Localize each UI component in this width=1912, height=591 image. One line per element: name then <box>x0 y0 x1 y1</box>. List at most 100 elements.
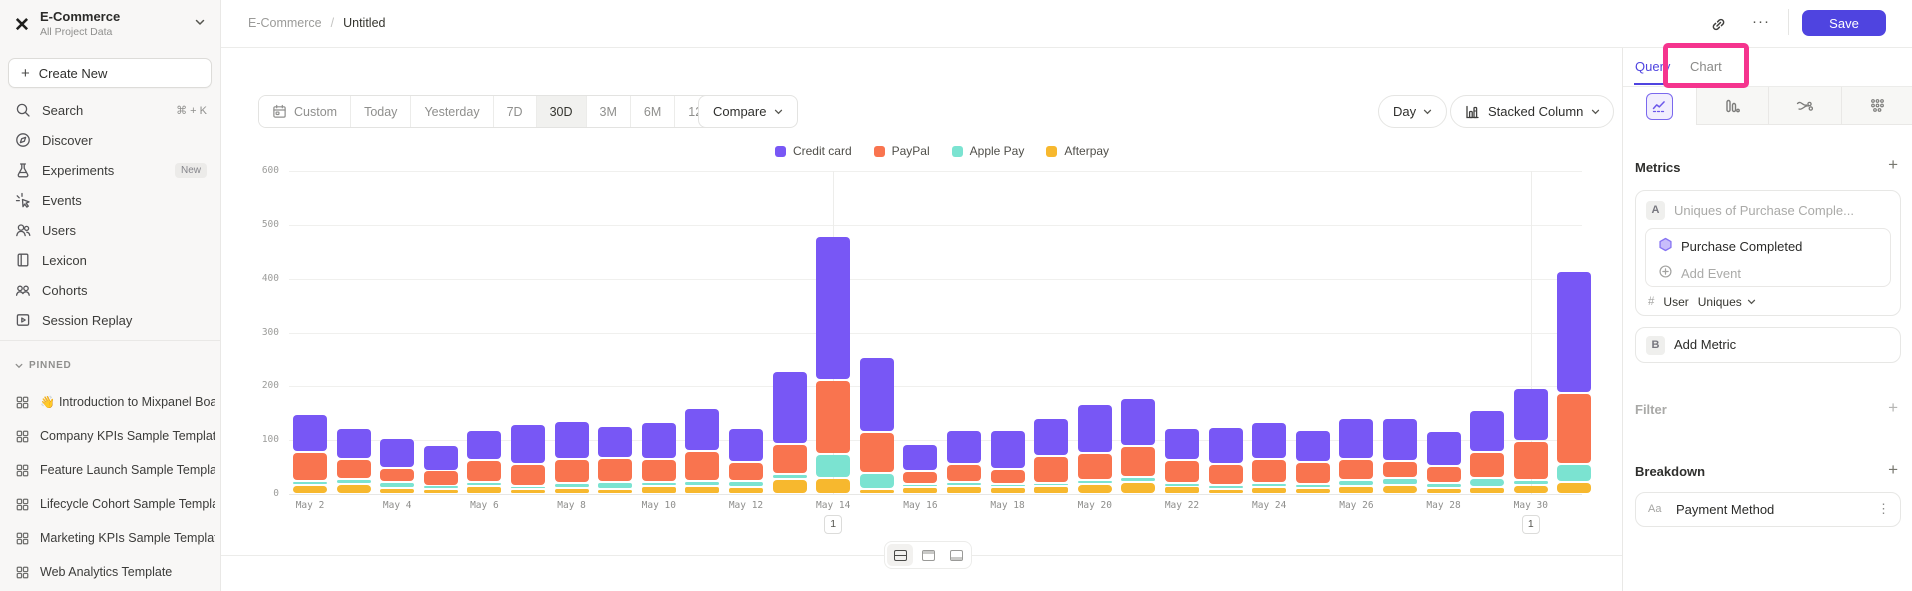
bar-segment-credit-card[interactable] <box>1034 419 1068 455</box>
copy-link-button[interactable] <box>1705 11 1731 37</box>
bar-segment-credit-card[interactable] <box>685 409 719 450</box>
add-metric-card[interactable]: B Add Metric <box>1635 327 1901 363</box>
bar-segment-afterpay[interactable] <box>903 488 937 493</box>
bar-segment-credit-card[interactable] <box>1296 431 1330 461</box>
bar-segment-afterpay[interactable] <box>1121 483 1155 493</box>
bar-segment-credit-card[interactable] <box>1078 405 1112 452</box>
bar-segment-apple-pay[interactable] <box>903 485 937 487</box>
bar-segment-afterpay[interactable] <box>1034 487 1068 493</box>
add-metric-button[interactable]: Add Metric <box>1674 337 1736 352</box>
bar-segment-apple-pay[interactable] <box>1514 481 1548 484</box>
bar-segment-paypal[interactable] <box>685 452 719 481</box>
bar-segment-afterpay[interactable] <box>642 487 676 493</box>
bar-segment-apple-pay[interactable] <box>1427 484 1461 487</box>
bar-segment-afterpay[interactable] <box>1557 483 1591 493</box>
bar-segment-paypal[interactable] <box>380 469 414 481</box>
bar-segment-afterpay[interactable] <box>1165 487 1199 493</box>
bar-segment-credit-card[interactable] <box>1339 419 1373 458</box>
chart-type-dropdown[interactable]: Stacked Column <box>1450 95 1614 128</box>
metric-name-placeholder[interactable]: Uniques of Purchase Comple... <box>1674 203 1854 218</box>
bar-segment-credit-card[interactable] <box>1209 428 1243 464</box>
bar-segment-apple-pay[interactable] <box>773 475 807 478</box>
bar-segment-paypal[interactable] <box>903 472 937 483</box>
bar-segment-paypal[interactable] <box>991 470 1025 483</box>
bar-segment-afterpay[interactable] <box>773 480 807 493</box>
range-button-6m[interactable]: 6M <box>631 96 675 127</box>
bar-segment-apple-pay[interactable] <box>947 483 981 485</box>
tab-query[interactable]: Query <box>1635 59 1670 74</box>
bar-segment-afterpay[interactable] <box>1470 488 1504 493</box>
bar-segment-afterpay[interactable] <box>816 479 850 494</box>
layout-split-view-button[interactable] <box>887 544 913 566</box>
sidebar-item-experiments[interactable]: ExperimentsNew <box>0 155 221 185</box>
viz-tab-insights[interactable] <box>1623 87 1696 125</box>
bar-segment-credit-card[interactable] <box>424 446 458 469</box>
bar-segment-afterpay[interactable] <box>991 488 1025 493</box>
bar-segment-paypal[interactable] <box>555 460 589 483</box>
bar-segment-paypal[interactable] <box>337 460 371 478</box>
bar-segment-paypal[interactable] <box>1252 460 1286 483</box>
bar-segment-credit-card[interactable] <box>598 427 632 457</box>
legend-item-credit-card[interactable]: Credit card <box>775 144 852 158</box>
bar-segment-paypal[interactable] <box>773 445 807 474</box>
bar-segment-credit-card[interactable] <box>467 431 501 460</box>
bar-segment-apple-pay[interactable] <box>1252 484 1286 486</box>
bar-segment-paypal[interactable] <box>1557 394 1591 463</box>
pinned-board-item[interactable]: Feature Launch Sample Template <box>0 453 221 487</box>
event-name[interactable]: Purchase Completed <box>1681 239 1802 254</box>
bar-segment-paypal[interactable] <box>1296 463 1330 483</box>
bar-segment-afterpay[interactable] <box>511 490 545 493</box>
range-button-yesterday[interactable]: Yesterday <box>411 96 493 127</box>
bar-segment-apple-pay[interactable] <box>1383 479 1417 484</box>
bar-segment-afterpay[interactable] <box>1078 485 1112 494</box>
range-button-today[interactable]: Today <box>351 96 411 127</box>
bar-segment-afterpay[interactable] <box>424 490 458 493</box>
bar-segment-paypal[interactable] <box>1383 462 1417 477</box>
bar-segment-paypal[interactable] <box>598 459 632 482</box>
tab-chart[interactable]: Chart <box>1690 59 1722 74</box>
bar-segment-apple-pay[interactable] <box>424 486 458 488</box>
bar-segment-afterpay[interactable] <box>729 488 763 493</box>
range-button-custom[interactable]: Custom <box>259 96 351 127</box>
bar-segment-apple-pay[interactable] <box>293 482 327 484</box>
bar-segment-credit-card[interactable] <box>293 415 327 451</box>
bar-segment-paypal[interactable] <box>947 465 981 482</box>
bar-segment-apple-pay[interactable] <box>1557 465 1591 482</box>
add-breakdown-plus-button[interactable]: + <box>1888 463 1898 477</box>
bar-segment-credit-card[interactable] <box>860 358 894 432</box>
bar-segment-apple-pay[interactable] <box>555 484 589 487</box>
pinned-board-item[interactable]: Company KPIs Sample Template <box>0 419 221 453</box>
viz-tab-flows[interactable] <box>1768 87 1841 125</box>
bar-segment-apple-pay[interactable] <box>1209 486 1243 489</box>
aggregation-entity[interactable]: User <box>1663 295 1688 309</box>
sidebar-item-users[interactable]: Users <box>0 215 221 245</box>
bar-segment-credit-card[interactable] <box>1383 419 1417 460</box>
bar-segment-paypal[interactable] <box>467 461 501 481</box>
bar-segment-paypal[interactable] <box>1034 457 1068 483</box>
bar-segment-apple-pay[interactable] <box>511 487 545 489</box>
bar-segment-credit-card[interactable] <box>642 423 676 459</box>
bar-segment-apple-pay[interactable] <box>1078 481 1112 483</box>
bar-segment-credit-card[interactable] <box>903 445 937 470</box>
bar-segment-paypal[interactable] <box>860 433 894 472</box>
bar-segment-credit-card[interactable] <box>1427 432 1461 465</box>
more-options-button[interactable]: ··· <box>1748 7 1774 33</box>
bar-segment-credit-card[interactable] <box>1121 399 1155 445</box>
layout-chart-only-button[interactable] <box>915 544 941 566</box>
breadcrumb-project[interactable]: E-Commerce <box>248 16 322 30</box>
bar-segment-credit-card[interactable] <box>337 429 371 459</box>
bar-segment-paypal[interactable] <box>1209 465 1243 484</box>
aggregation-type-dropdown[interactable]: Uniques <box>1698 295 1756 309</box>
legend-item-apple-pay[interactable]: Apple Pay <box>952 144 1025 158</box>
sidebar-item-discover[interactable]: Discover <box>0 125 221 155</box>
bar-segment-apple-pay[interactable] <box>337 480 371 483</box>
add-metric-plus-button[interactable]: + <box>1888 158 1898 172</box>
bar-segment-paypal[interactable] <box>1121 447 1155 476</box>
bar-segment-afterpay[interactable] <box>555 489 589 493</box>
bar-segment-apple-pay[interactable] <box>1121 478 1155 482</box>
compare-button[interactable]: Compare <box>698 95 798 128</box>
legend-item-paypal[interactable]: PayPal <box>874 144 930 158</box>
breakdown-card[interactable]: Aa Payment Method ⋮ <box>1635 492 1901 527</box>
layout-table-only-button[interactable] <box>943 544 969 566</box>
bar-segment-afterpay[interactable] <box>1252 488 1286 493</box>
